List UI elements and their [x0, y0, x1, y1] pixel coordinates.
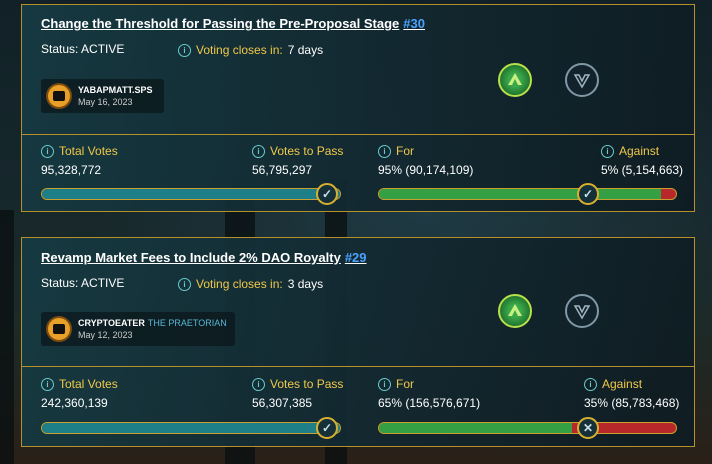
for-label: i For [378, 377, 414, 391]
info-icon[interactable]: i [378, 377, 391, 391]
for-against-bar [378, 422, 677, 434]
closes-value: 7 days [287, 43, 324, 57]
votes-to-pass-label: i Votes to Pass [252, 377, 343, 391]
avatar [46, 316, 72, 342]
pass-progress-fill [42, 423, 340, 433]
divider [22, 134, 694, 135]
chevron-down-icon [573, 74, 591, 89]
status-text: Status: ACTIVE [41, 276, 125, 290]
proposal-title[interactable]: Revamp Market Fees to Include 2% DAO Roy… [41, 250, 367, 265]
info-icon[interactable]: i [252, 377, 265, 391]
divider [22, 366, 694, 367]
info-icon[interactable]: i [378, 144, 391, 158]
proposal-number: #30 [403, 16, 425, 31]
proposal-title[interactable]: Change the Threshold for Passing the Pre… [41, 16, 425, 31]
info-icon[interactable]: i [178, 277, 191, 291]
author-date: May 12, 2023 [78, 330, 133, 340]
vote-against-button[interactable] [565, 63, 599, 97]
chevron-up-icon [508, 304, 522, 316]
author-badge[interactable]: YABAPMATT.SPS May 16, 2023 [41, 79, 164, 113]
total-votes-value: 242,360,139 [41, 396, 108, 410]
closes-label: Voting closes in: [196, 277, 283, 291]
against-value: 5% (5,154,663) [601, 163, 684, 177]
against-value: 35% (85,783,468) [584, 396, 680, 410]
proposal-card: Change the Threshold for Passing the Pre… [21, 4, 695, 212]
for-value: 65% (156,576,671) [378, 396, 481, 410]
author-badge[interactable]: CRYPTOEATER THE PRAETORIAN May 12, 2023 [41, 312, 235, 346]
votes-to-pass-label: i Votes to Pass [252, 144, 343, 158]
voting-closes: i Voting closes in: 7 days [178, 43, 323, 57]
for-against-bar [378, 188, 677, 200]
x-icon: ✕ [577, 417, 599, 439]
check-icon: ✓ [316, 417, 338, 439]
closes-value: 3 days [287, 277, 324, 291]
closes-label: Voting closes in: [196, 43, 283, 57]
proposal-card: Revamp Market Fees to Include 2% DAO Roy… [21, 237, 695, 447]
total-votes-label: i Total Votes [41, 377, 118, 391]
chevron-down-icon [573, 305, 591, 320]
for-fill [379, 423, 573, 433]
info-icon[interactable]: i [178, 43, 191, 57]
info-icon[interactable]: i [601, 144, 614, 158]
info-icon[interactable]: i [41, 377, 54, 391]
status-text: Status: ACTIVE [41, 42, 125, 56]
author-name: YABAPMATT.SPS [78, 85, 153, 95]
pass-progress-bar [41, 188, 341, 200]
proposal-title-text[interactable]: Change the Threshold for Passing the Pre… [41, 16, 399, 31]
author-date: May 16, 2023 [78, 97, 133, 107]
proposal-number: #29 [344, 250, 367, 265]
against-label: i Against [584, 377, 642, 391]
author-name: CRYPTOEATER [78, 318, 145, 328]
avatar [46, 83, 72, 109]
total-votes-value: 95,328,772 [41, 163, 102, 177]
against-label: i Against [601, 144, 659, 158]
vote-for-button[interactable] [498, 294, 532, 328]
for-fill [379, 189, 662, 199]
author-guild: THE PRAETORIAN [147, 318, 227, 328]
pass-progress-bar [41, 422, 341, 434]
for-value: 95% (90,174,109) [378, 163, 474, 177]
proposal-title-text[interactable]: Revamp Market Fees to Include 2% DAO Roy… [41, 250, 341, 265]
voting-closes: i Voting closes in: 3 days [178, 277, 323, 291]
votes-to-pass-value: 56,307,385 [252, 396, 313, 410]
tree-trunk [0, 210, 14, 464]
vote-for-button[interactable] [498, 63, 532, 97]
for-label: i For [378, 144, 414, 158]
info-icon[interactable]: i [252, 144, 265, 158]
vote-against-button[interactable] [565, 294, 599, 328]
pass-progress-fill [42, 189, 340, 199]
total-votes-label: i Total Votes [41, 144, 118, 158]
check-icon: ✓ [577, 183, 599, 205]
chevron-up-icon [508, 73, 522, 85]
info-icon[interactable]: i [584, 377, 597, 391]
votes-to-pass-value: 56,795,297 [252, 163, 313, 177]
info-icon[interactable]: i [41, 144, 54, 158]
check-icon: ✓ [316, 183, 338, 205]
